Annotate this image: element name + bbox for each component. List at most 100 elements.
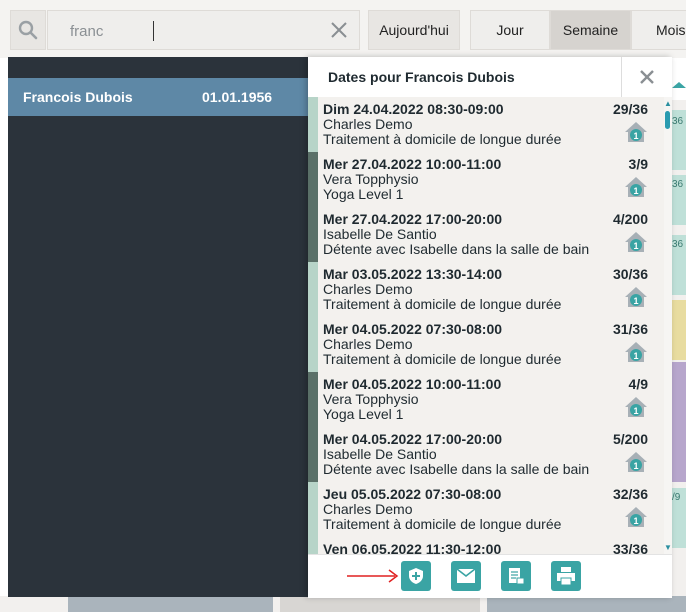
appointment-datetime: Mar 03.05.2022 13:30-14:00 xyxy=(323,266,503,282)
appointment-count: 32/36 xyxy=(612,486,648,502)
calendar-event: /9 xyxy=(672,488,686,548)
home-visit-icon: 1 xyxy=(625,177,647,197)
appointment-datetime: Ven 06.05.2022 11:30-12:00 xyxy=(323,541,502,554)
calendar-event-count: 36 xyxy=(672,179,684,190)
scrollbar-thumb[interactable] xyxy=(665,111,670,129)
appointment-datetime: Mer 04.05.2022 10:00-11:00 xyxy=(323,376,502,392)
calendar-event: 36 xyxy=(672,110,686,170)
home-visit-icon: 1 xyxy=(625,232,647,252)
search-result-item[interactable]: Francois Dubois 01.01.1956 xyxy=(8,78,308,116)
appointment-count: 5/200 xyxy=(612,431,648,447)
shield-plus-button[interactable] xyxy=(401,561,431,591)
calendar-event-count: /9 xyxy=(672,492,681,503)
search-button[interactable] xyxy=(10,10,46,50)
popover-header: Dates pour Francois Dubois xyxy=(308,57,672,98)
home-visit-badge: 1 xyxy=(633,461,638,471)
printer-icon xyxy=(557,567,575,585)
appointments-list: Dim 24.04.2022 08:30-09:00 Charles Demo Tr… xyxy=(308,97,664,554)
appointment-color-bar xyxy=(308,97,318,152)
appointment-count: 31/36 xyxy=(612,321,648,337)
home-visit-icon: 1 xyxy=(625,397,647,417)
home-visit-icon: 1 xyxy=(625,452,647,472)
appointment-service: Yoga Level 1 xyxy=(323,406,404,422)
calendar-event xyxy=(672,300,686,360)
home-visit-icon: 1 xyxy=(625,342,647,362)
appointment-item[interactable]: Mer 04.05.2022 07:30-08:00 Charles Demo Tr… xyxy=(308,317,664,373)
appointment-count: 33/36 xyxy=(612,541,648,554)
calendar-cell xyxy=(672,80,686,100)
calendar-event xyxy=(672,362,686,482)
appointments-popover: Dates pour Francois Dubois Dim 24.04.202… xyxy=(308,57,672,598)
appointment-item[interactable]: Dim 24.04.2022 08:30-09:00 Charles Demo Tr… xyxy=(308,97,664,153)
appointment-item[interactable]: Mer 27.04.2022 17:00-20:00 Isabelle De Sa… xyxy=(308,207,664,263)
home-visit-badge: 1 xyxy=(633,351,638,361)
appointment-therapist: Vera Topphysio xyxy=(323,391,419,407)
appointment-item[interactable]: Mar 03.05.2022 13:30-14:00 Charles Demo Tr… xyxy=(308,262,664,318)
calendar-cell xyxy=(672,58,686,80)
view-week-button[interactable]: Semaine xyxy=(550,10,631,50)
print-button[interactable] xyxy=(551,561,581,591)
close-button[interactable] xyxy=(621,57,672,97)
home-visit-badge: 1 xyxy=(633,296,638,306)
text-cursor xyxy=(153,21,154,41)
appointment-therapist: Charles Demo xyxy=(323,116,413,132)
home-visit-badge: 1 xyxy=(633,131,638,141)
calendar-event xyxy=(280,596,480,612)
home-visit-badge: 1 xyxy=(633,516,638,526)
appointment-datetime: Mer 04.05.2022 17:00-20:00 xyxy=(323,431,503,447)
email-button[interactable] xyxy=(451,561,481,591)
appointment-item[interactable]: Mer 27.04.2022 10:00-11:00 Vera Topphysio… xyxy=(308,152,664,208)
search-input-value: franc xyxy=(70,23,104,40)
clear-search-icon[interactable] xyxy=(329,20,349,40)
envelope-icon xyxy=(457,569,475,583)
appointment-count: 30/36 xyxy=(612,266,648,282)
home-icon xyxy=(672,82,686,88)
scrollbar[interactable]: ▲ ▼ xyxy=(664,97,672,554)
appointment-item[interactable]: Mer 04.05.2022 10:00-11:00 Vera Topphysio… xyxy=(308,372,664,428)
calendar-background xyxy=(0,58,8,596)
popover-title: Dates pour Francois Dubois xyxy=(328,69,515,85)
appointment-item[interactable]: Ven 06.05.2022 11:30-12:00 33/36 xyxy=(308,537,664,554)
appointment-item[interactable]: Jeu 05.05.2022 07:30-08:00 Charles Demo Tr… xyxy=(308,482,664,538)
appointment-service: Détente avec Isabelle dans la salle de b… xyxy=(323,241,590,257)
appointment-count: 29/36 xyxy=(612,101,648,117)
export-document-button[interactable] xyxy=(501,561,531,591)
appointment-count: 4/9 xyxy=(628,376,648,392)
appointment-item[interactable]: Mer 04.05.2022 17:00-20:00 Isabelle De Sa… xyxy=(308,427,664,483)
view-switcher: Jour Semaine Mois xyxy=(470,10,686,50)
appointment-datetime: Dim 24.04.2022 08:30-09:00 xyxy=(323,101,504,117)
calendar-event: 36 xyxy=(672,235,686,295)
appointment-service: Traitement à domicile de longue durée xyxy=(323,351,562,367)
popover-footer xyxy=(308,554,672,598)
search-icon xyxy=(18,20,38,40)
calendar-event xyxy=(68,596,273,612)
calendar-event: 36 xyxy=(672,175,686,225)
appointment-color-bar xyxy=(308,152,318,207)
appointment-color-bar xyxy=(308,317,318,372)
view-day-button[interactable]: Jour xyxy=(470,10,550,50)
appointment-color-bar xyxy=(308,372,318,427)
home-visit-icon: 1 xyxy=(625,287,647,307)
search-input[interactable]: franc xyxy=(47,10,360,50)
appointment-therapist: Charles Demo xyxy=(323,281,413,297)
patient-birthdate: 01.01.1956 xyxy=(202,89,273,105)
home-visit-icon: 1 xyxy=(625,507,647,527)
home-visit-badge: 1 xyxy=(633,186,638,196)
view-month-button[interactable]: Mois xyxy=(631,10,686,50)
appointment-therapist: Charles Demo xyxy=(323,501,413,517)
close-icon xyxy=(640,70,654,84)
home-visit-icon: 1 xyxy=(625,122,647,142)
scroll-up-icon[interactable]: ▲ xyxy=(664,99,672,108)
patient-name: Francois Dubois xyxy=(23,89,133,105)
home-visit-badge: 1 xyxy=(633,241,638,251)
appointment-color-bar xyxy=(308,537,318,554)
appointment-color-bar xyxy=(308,207,318,262)
document-export-icon xyxy=(509,568,525,585)
appointment-service: Détente avec Isabelle dans la salle de b… xyxy=(323,461,590,477)
appointment-count: 4/200 xyxy=(612,211,648,227)
top-toolbar: franc Aujourd'hui Jour Semaine Mois xyxy=(0,0,686,58)
scroll-down-icon[interactable]: ▼ xyxy=(664,543,672,552)
appointment-therapist: Isabelle De Santio xyxy=(323,226,437,242)
today-button[interactable]: Aujourd'hui xyxy=(368,10,460,50)
calendar-event-count: 36 xyxy=(672,239,684,250)
